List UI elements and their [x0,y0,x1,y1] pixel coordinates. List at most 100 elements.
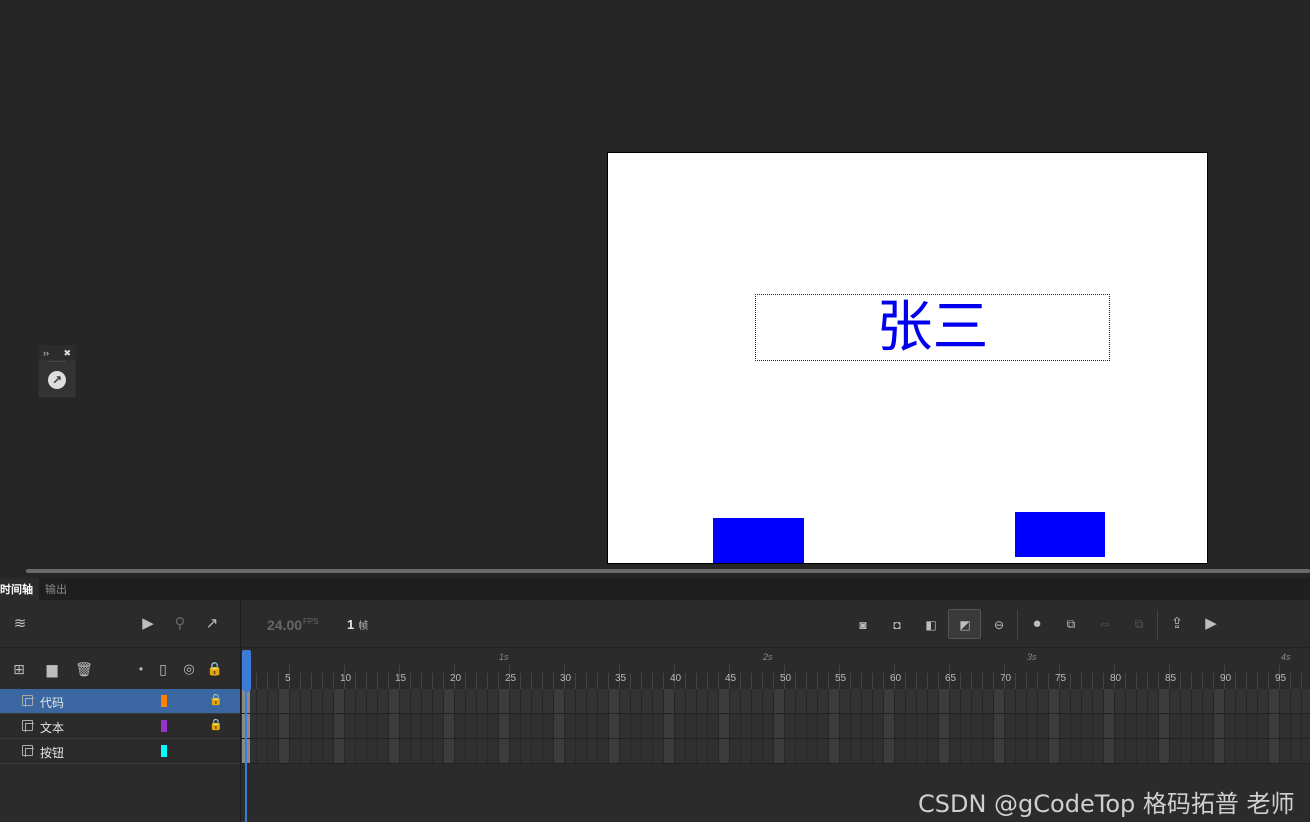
current-frame-display[interactable]: 1帧 [347,617,368,632]
frame-cell[interactable] [1005,714,1016,738]
frame-cell[interactable] [774,689,785,713]
frame-cell[interactable] [257,714,268,738]
frame-cell[interactable] [576,714,587,738]
graph-icon[interactable]: ↗ [203,616,221,632]
dot-icon[interactable]: • [132,661,150,677]
drag-grip[interactable] [49,361,65,367]
frame-cell[interactable] [1060,714,1071,738]
layer-row-code[interactable]: 代码 🔒 [0,689,240,714]
frame-cell[interactable] [1049,689,1060,713]
frame-cell[interactable] [466,689,477,713]
frame-cell[interactable] [983,739,994,763]
frame-cell[interactable] [598,714,609,738]
frame-cell[interactable] [928,739,939,763]
frame-cell[interactable] [620,739,631,763]
frame-cell[interactable] [961,689,972,713]
frame-cell[interactable] [642,689,653,713]
frame-cell[interactable] [1027,714,1038,738]
frame-cell[interactable] [356,739,367,763]
frame-cell[interactable] [895,689,906,713]
frame-cell[interactable] [1060,689,1071,713]
frame-cell[interactable] [1181,739,1192,763]
frame-cell[interactable] [1170,714,1181,738]
frame-cell[interactable] [818,689,829,713]
frame-cell[interactable] [752,714,763,738]
frame-cell[interactable] [961,714,972,738]
frame-cell[interactable] [334,739,345,763]
frame-cell[interactable] [950,689,961,713]
frame-cell[interactable] [906,739,917,763]
frame-cell[interactable] [422,689,433,713]
frame-cell[interactable] [378,689,389,713]
frame-cell[interactable] [1247,689,1258,713]
playhead[interactable] [242,650,251,692]
frame-cell[interactable] [818,714,829,738]
frame-cell[interactable] [477,714,488,738]
frame-cell[interactable] [829,739,840,763]
frame-cell[interactable] [455,689,466,713]
frame-cell[interactable] [609,714,620,738]
frame-cell[interactable] [1082,714,1093,738]
frame-cell[interactable] [1203,689,1214,713]
frame-cell[interactable] [774,739,785,763]
frame-cell[interactable] [301,689,312,713]
frame-cell[interactable] [565,689,576,713]
frame-cell[interactable] [444,739,455,763]
frame-cell[interactable] [983,689,994,713]
play-icon[interactable]: ▶ [1202,616,1220,632]
frame-cell[interactable] [972,689,983,713]
frame-cell[interactable] [1104,689,1115,713]
frame-cell[interactable] [1192,689,1203,713]
frame-cell[interactable] [1038,714,1049,738]
frame-icon[interactable]: ◧ [922,617,940,633]
frame-cell[interactable] [279,689,290,713]
add-folder-icon[interactable]: ▆ [43,661,61,677]
frame-cell[interactable] [675,714,686,738]
frame-cell[interactable] [884,689,895,713]
frame-cell[interactable] [1236,689,1247,713]
frame-cell[interactable] [1038,739,1049,763]
frame-cell[interactable] [653,714,664,738]
frame-cell[interactable] [851,689,862,713]
frame-cell[interactable] [1071,714,1082,738]
frame-cell[interactable] [1071,739,1082,763]
frame-cell[interactable] [521,739,532,763]
frame-cell[interactable] [444,714,455,738]
frame-cell[interactable] [576,739,587,763]
frame-cell[interactable] [697,689,708,713]
frame-cell[interactable] [367,689,378,713]
frame-cell[interactable] [983,714,994,738]
frame-cell[interactable] [367,714,378,738]
frame-cell[interactable] [323,689,334,713]
frame-cell[interactable] [433,714,444,738]
frame-cell[interactable] [708,689,719,713]
frame-cell[interactable] [356,714,367,738]
frame-cell[interactable] [1071,689,1082,713]
frame-cell[interactable] [708,739,719,763]
frame-cell[interactable] [532,714,543,738]
frame-grid[interactable] [241,689,1310,765]
frame-cell[interactable] [290,714,301,738]
frame-cell[interactable] [1104,739,1115,763]
frame-cell[interactable] [477,689,488,713]
frame-cell[interactable] [1148,689,1159,713]
frame-cell[interactable] [488,739,499,763]
frame-cell[interactable] [477,739,488,763]
frame-cell[interactable] [1104,714,1115,738]
frame-cell[interactable] [752,739,763,763]
fps-display[interactable]: 24.00FPS [267,617,319,633]
frame-cell[interactable] [994,739,1005,763]
frame-cell[interactable] [499,739,510,763]
frame-cell[interactable] [268,714,279,738]
frame-cell[interactable] [411,689,422,713]
frame-cell[interactable] [796,689,807,713]
frame-cell[interactable] [323,714,334,738]
frame-cell[interactable] [796,739,807,763]
hierarchy-icon[interactable]: ⚲ [171,616,189,632]
layer-color-swatch[interactable] [161,720,167,732]
frame-cell[interactable] [818,739,829,763]
frame-cell[interactable] [433,739,444,763]
frame-cell[interactable] [576,689,587,713]
layers-icon[interactable]: ≋ [11,616,29,632]
frame-cell[interactable] [1181,689,1192,713]
